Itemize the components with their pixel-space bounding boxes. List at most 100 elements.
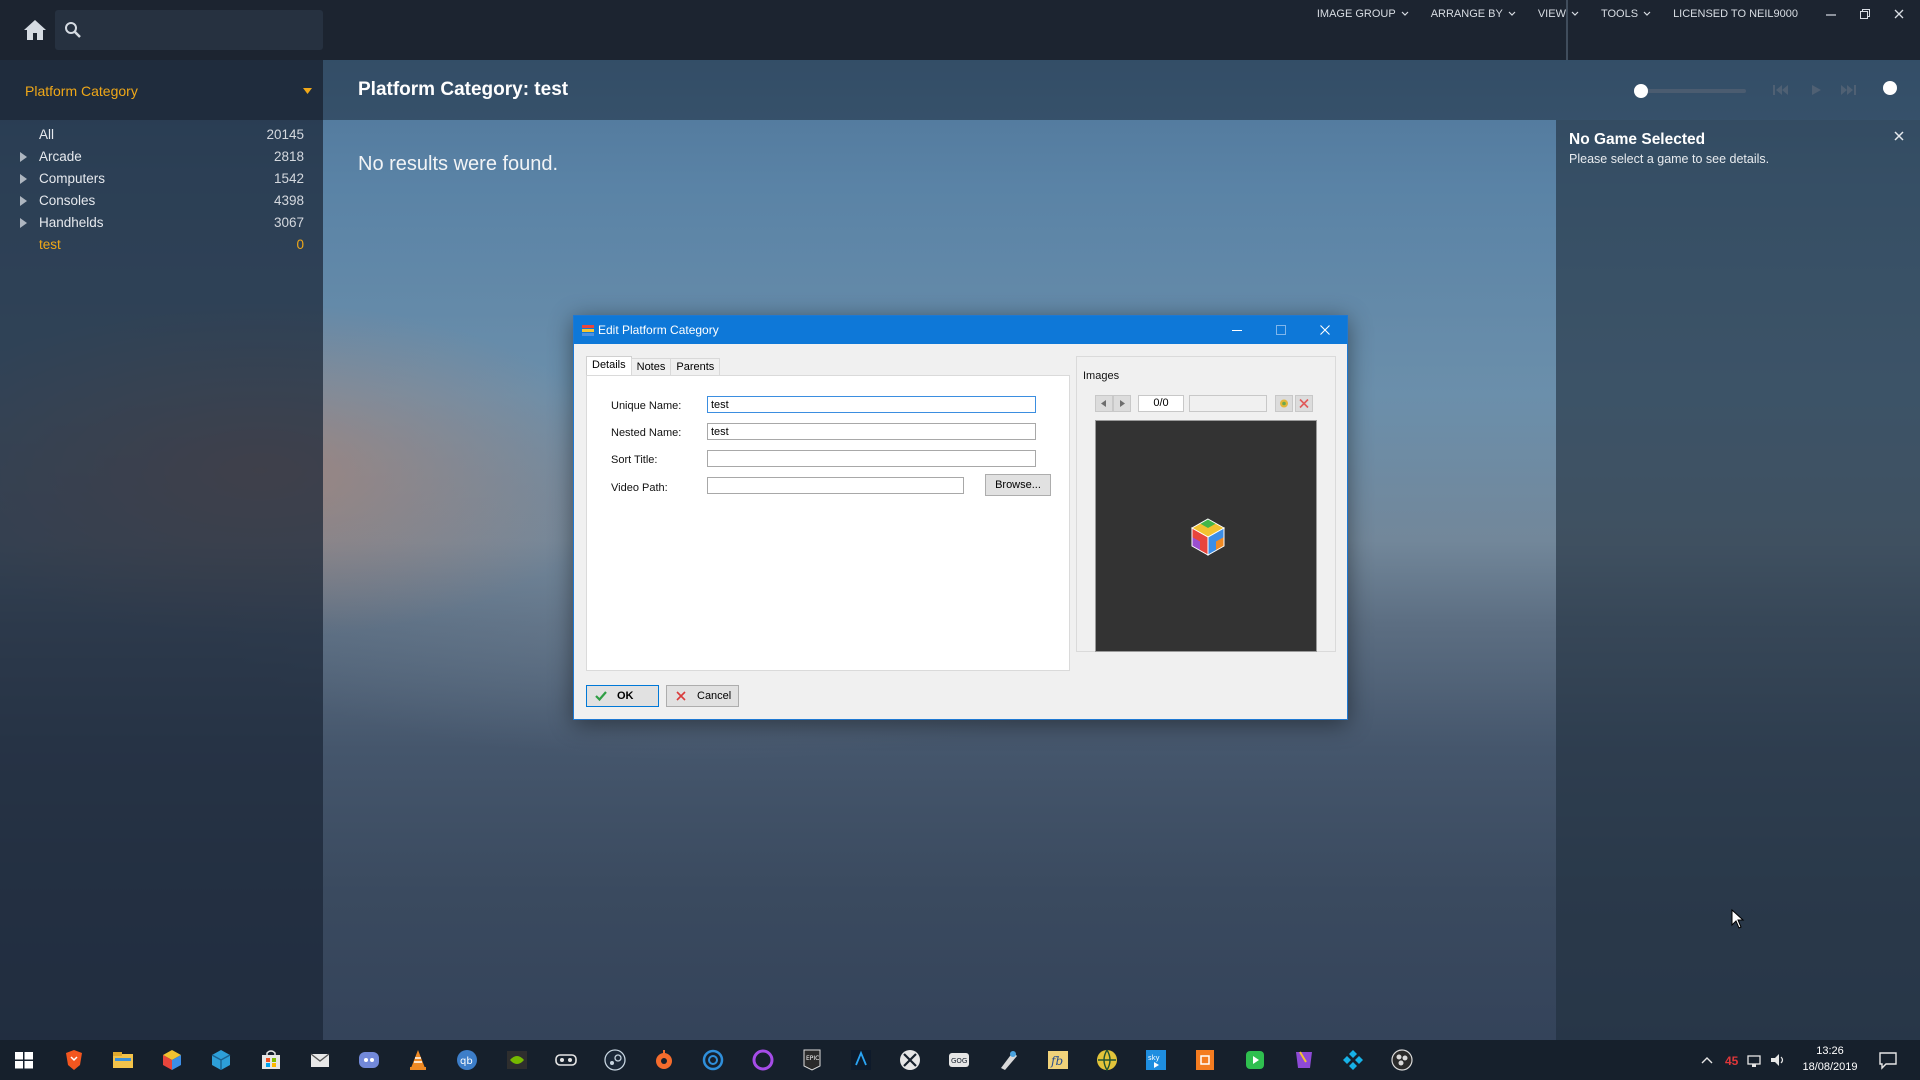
close-button[interactable] bbox=[1882, 0, 1916, 28]
tray-chevron-up-icon[interactable] bbox=[1699, 1048, 1715, 1072]
sidebar: Platform Category All 20145 Arcade 2818 … bbox=[0, 60, 323, 1040]
expand-arrow-icon[interactable] bbox=[20, 218, 27, 228]
sidebar-item-consoles[interactable]: Consoles 4398 bbox=[0, 190, 323, 212]
volume-icon[interactable] bbox=[1769, 1048, 1787, 1072]
dialog-minimize-button[interactable] bbox=[1215, 316, 1259, 344]
microsoft-store-icon[interactable] bbox=[259, 1048, 283, 1072]
zoom-slider-thumb[interactable] bbox=[1634, 84, 1648, 98]
nested-name-label: Nested Name: bbox=[611, 427, 682, 439]
empty-results-message: No results were found. bbox=[358, 153, 559, 175]
sidebar-item-computers[interactable]: Computers 1542 bbox=[0, 168, 323, 190]
home-icon[interactable] bbox=[22, 18, 48, 42]
tray-notification-count[interactable]: 45 bbox=[1725, 1054, 1738, 1068]
sidebar-item-test[interactable]: test 0 bbox=[0, 234, 323, 256]
uplay-icon[interactable] bbox=[701, 1048, 725, 1072]
expand-arrow-icon[interactable] bbox=[20, 196, 27, 206]
sort-title-field[interactable] bbox=[707, 450, 1036, 467]
tab-notes[interactable]: Notes bbox=[630, 358, 672, 376]
windows-start-icon[interactable] bbox=[12, 1048, 36, 1072]
browse-button[interactable]: Browse... bbox=[985, 474, 1051, 496]
menu-tools[interactable]: TOOLS bbox=[1601, 8, 1651, 20]
minimize-button[interactable] bbox=[1814, 0, 1848, 28]
gog-icon[interactable]: GOG bbox=[947, 1048, 971, 1072]
restore-button[interactable] bbox=[1848, 0, 1882, 28]
steam-icon[interactable] bbox=[603, 1048, 627, 1072]
xbox-icon[interactable] bbox=[898, 1048, 922, 1072]
discord-icon[interactable] bbox=[357, 1048, 381, 1072]
sidebar-item-arcade[interactable]: Arcade 2818 bbox=[0, 146, 323, 168]
close-icon[interactable] bbox=[1892, 129, 1906, 143]
kodi-icon[interactable] bbox=[1341, 1048, 1365, 1072]
obs-icon[interactable] bbox=[1390, 1048, 1414, 1072]
sidebar-item-label: Consoles bbox=[39, 193, 96, 208]
sidebar-header[interactable]: Platform Category bbox=[0, 60, 323, 120]
ok-button[interactable]: OK bbox=[586, 685, 659, 707]
unique-name-field[interactable] bbox=[707, 396, 1036, 413]
image-preview[interactable] bbox=[1095, 420, 1317, 652]
menu-view[interactable]: VIEW bbox=[1538, 8, 1579, 20]
search-input[interactable] bbox=[89, 16, 315, 44]
nvidia-icon[interactable] bbox=[505, 1048, 529, 1072]
clock-date[interactable]: 18/08/2019 bbox=[1798, 1061, 1862, 1073]
sidebar-item-all[interactable]: All 20145 bbox=[0, 124, 323, 146]
image-type-select[interactable] bbox=[1189, 395, 1267, 412]
image-add-button[interactable] bbox=[1275, 395, 1293, 412]
image-delete-button[interactable] bbox=[1295, 395, 1313, 412]
purple-app-icon[interactable] bbox=[1292, 1048, 1316, 1072]
volume-slider[interactable] bbox=[1566, 0, 1568, 60]
expand-arrow-icon[interactable] bbox=[20, 152, 27, 162]
dialog-maximize-button[interactable] bbox=[1259, 316, 1303, 344]
skip-next-icon[interactable] bbox=[1837, 82, 1859, 98]
arrow-left-icon bbox=[1101, 400, 1106, 407]
paint-tool-icon[interactable] bbox=[997, 1048, 1021, 1072]
orange-app-icon[interactable] bbox=[1193, 1048, 1217, 1072]
dialog-close-button[interactable] bbox=[1303, 316, 1347, 344]
globe-app-icon[interactable] bbox=[1095, 1048, 1119, 1072]
video-path-field[interactable] bbox=[707, 477, 964, 494]
tab-details[interactable]: Details bbox=[586, 356, 632, 376]
cancel-button[interactable]: Cancel bbox=[666, 685, 739, 707]
minimize-icon bbox=[1826, 14, 1836, 16]
svg-text:GOG: GOG bbox=[951, 1057, 967, 1065]
image-next-button[interactable] bbox=[1113, 395, 1131, 412]
qbittorrent-icon[interactable]: qb bbox=[455, 1048, 479, 1072]
sidebar-item-handhelds[interactable]: Handhelds 3067 bbox=[0, 212, 323, 234]
sidebar-item-label: Computers bbox=[39, 171, 106, 186]
origin-icon[interactable] bbox=[652, 1048, 676, 1072]
volume-slider-thumb[interactable] bbox=[1883, 81, 1897, 95]
brave-browser-icon[interactable] bbox=[62, 1048, 86, 1072]
file-explorer-icon[interactable] bbox=[111, 1048, 135, 1072]
battlenet-icon[interactable] bbox=[849, 1048, 873, 1072]
expand-arrow-icon[interactable] bbox=[20, 174, 27, 184]
menu-arrange-by[interactable]: ARRANGE BY bbox=[1431, 8, 1516, 20]
svg-text:qb: qb bbox=[460, 1056, 473, 1067]
action-center-icon[interactable] bbox=[1876, 1048, 1900, 1072]
nested-name-field[interactable] bbox=[707, 423, 1036, 440]
search-box[interactable] bbox=[55, 10, 323, 50]
epic-games-icon[interactable]: EPIC bbox=[800, 1048, 824, 1072]
tab-parents[interactable]: Parents bbox=[670, 358, 721, 376]
vlc-icon[interactable] bbox=[406, 1048, 430, 1072]
zoom-slider[interactable] bbox=[1634, 84, 1746, 98]
menu-image-group[interactable]: IMAGE GROUP bbox=[1317, 8, 1409, 20]
mail-icon[interactable] bbox=[308, 1048, 332, 1072]
clock-time[interactable]: 13:26 bbox=[1798, 1045, 1862, 1057]
network-icon[interactable] bbox=[1746, 1048, 1764, 1072]
license-text: LICENSED TO NEIL9000 bbox=[1673, 8, 1798, 20]
vr-headset-icon[interactable] bbox=[554, 1048, 578, 1072]
chevron-down-icon bbox=[1643, 11, 1651, 16]
dialog-titlebar[interactable]: Edit Platform Category bbox=[574, 316, 1347, 344]
skip-previous-icon[interactable] bbox=[1770, 82, 1792, 98]
sky-go-icon[interactable]: sky bbox=[1144, 1048, 1168, 1072]
play-icon[interactable] bbox=[1805, 82, 1827, 98]
fb-emulator-icon[interactable]: fb bbox=[1046, 1048, 1070, 1072]
circle-launcher-icon[interactable] bbox=[751, 1048, 775, 1072]
image-prev-button[interactable] bbox=[1095, 395, 1113, 412]
cube-logo-icon bbox=[1190, 518, 1226, 556]
add-image-icon bbox=[1280, 399, 1288, 408]
launchbox-icon[interactable] bbox=[160, 1048, 184, 1072]
caret-down-icon[interactable] bbox=[303, 88, 312, 94]
close-icon bbox=[1320, 325, 1330, 335]
green-play-icon[interactable] bbox=[1243, 1048, 1267, 1072]
virtualbox-icon[interactable] bbox=[209, 1048, 233, 1072]
